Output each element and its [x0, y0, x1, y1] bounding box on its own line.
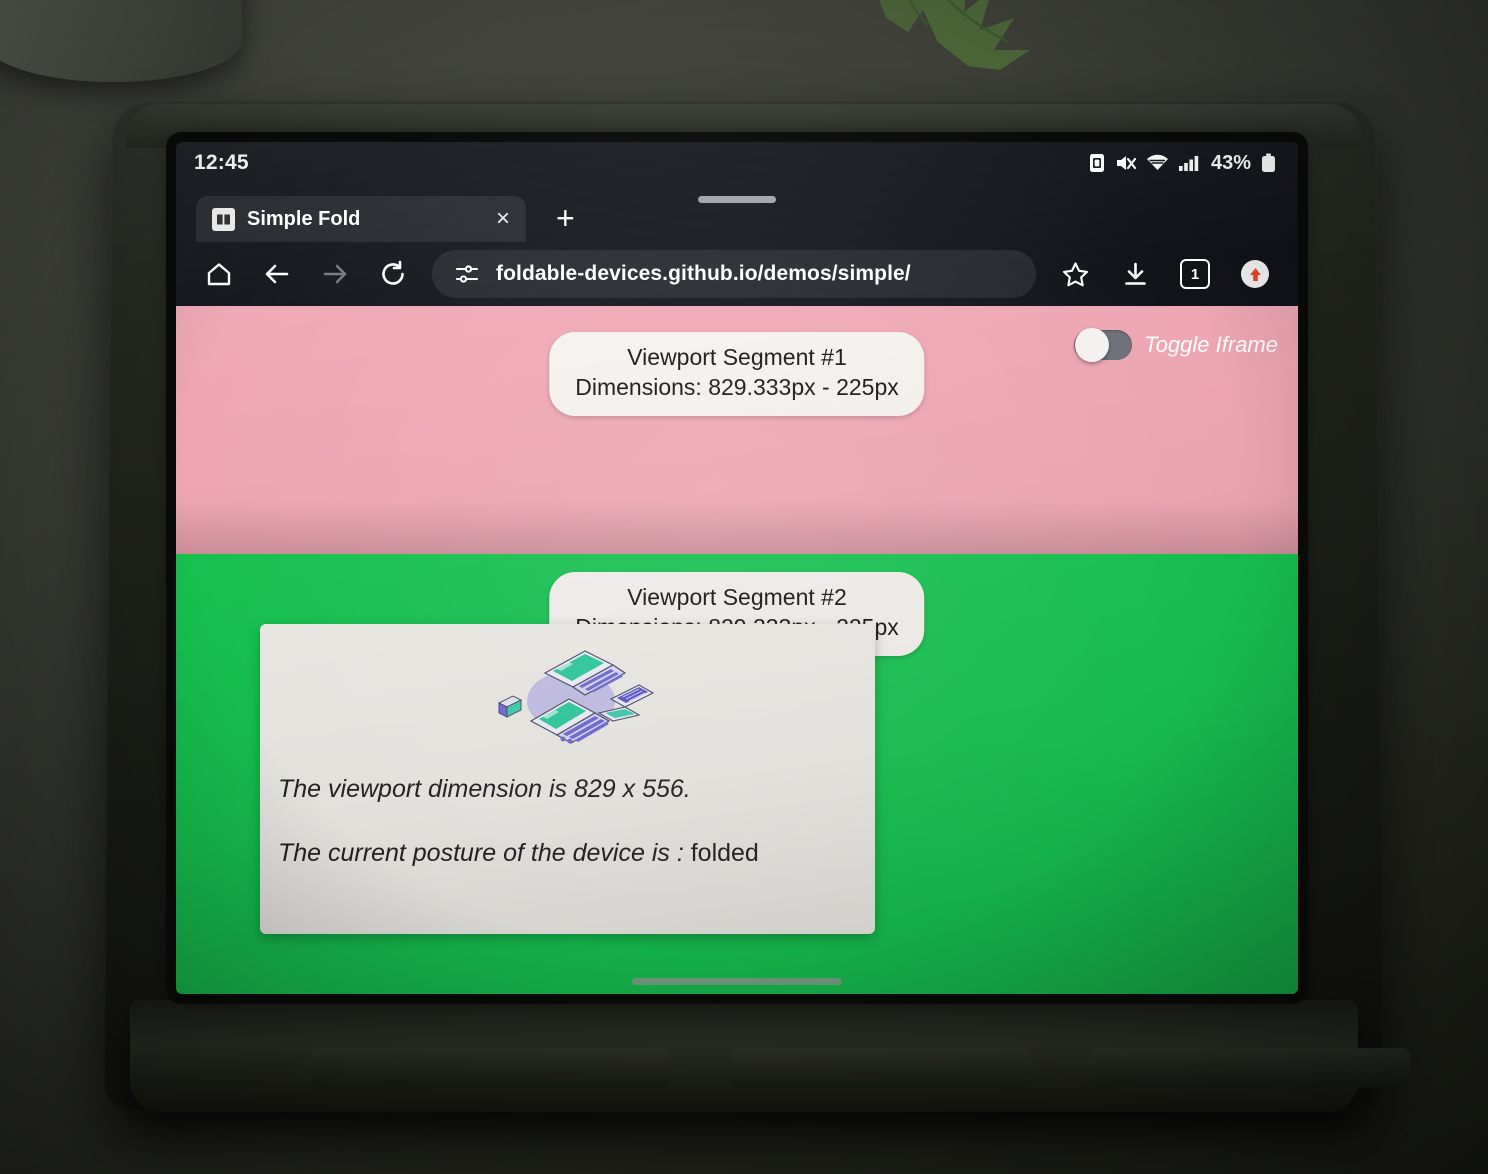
photo-scene: 12:45 [0, 0, 1488, 1174]
scene-vignette [0, 0, 1488, 1174]
